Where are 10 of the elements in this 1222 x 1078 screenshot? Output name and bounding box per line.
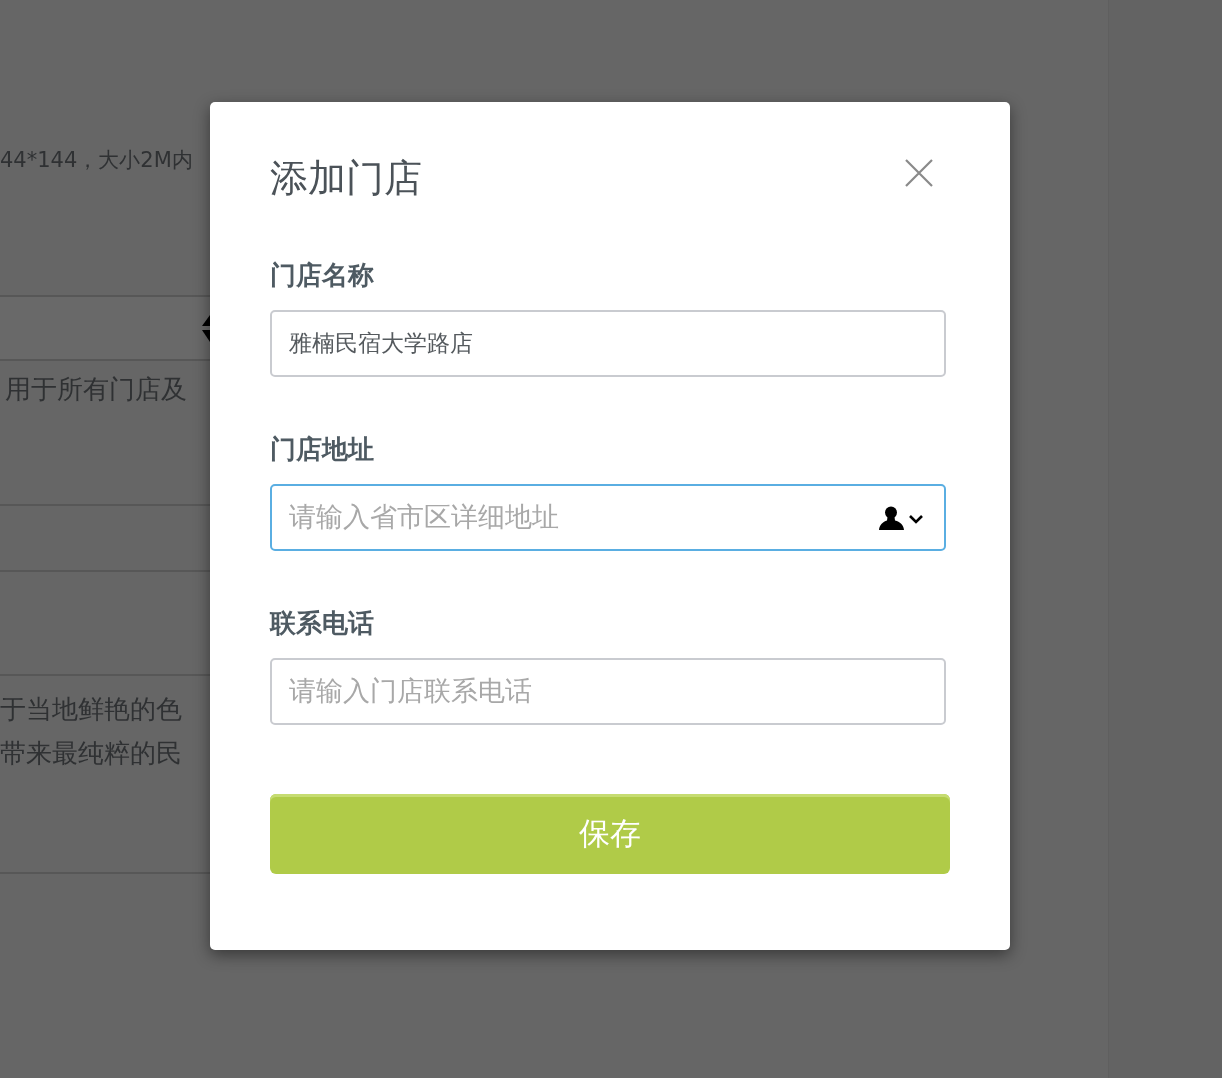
dialog-title: 添加门店	[270, 155, 422, 202]
address-field[interactable]: 请输入省市区详细地址	[270, 484, 946, 551]
person-dropdown-icon[interactable]	[879, 506, 925, 530]
text-field[interactable]: 雅楠民宿大学路店	[270, 310, 946, 377]
close-icon[interactable]	[905, 159, 933, 187]
field-label: 门店名称	[270, 259, 374, 292]
field-label: 联系电话	[270, 607, 374, 640]
field-label: 门店地址	[270, 433, 374, 466]
text-field[interactable]: 请输入门店联系电话	[270, 658, 946, 725]
sort-icon[interactable]	[202, 314, 210, 342]
